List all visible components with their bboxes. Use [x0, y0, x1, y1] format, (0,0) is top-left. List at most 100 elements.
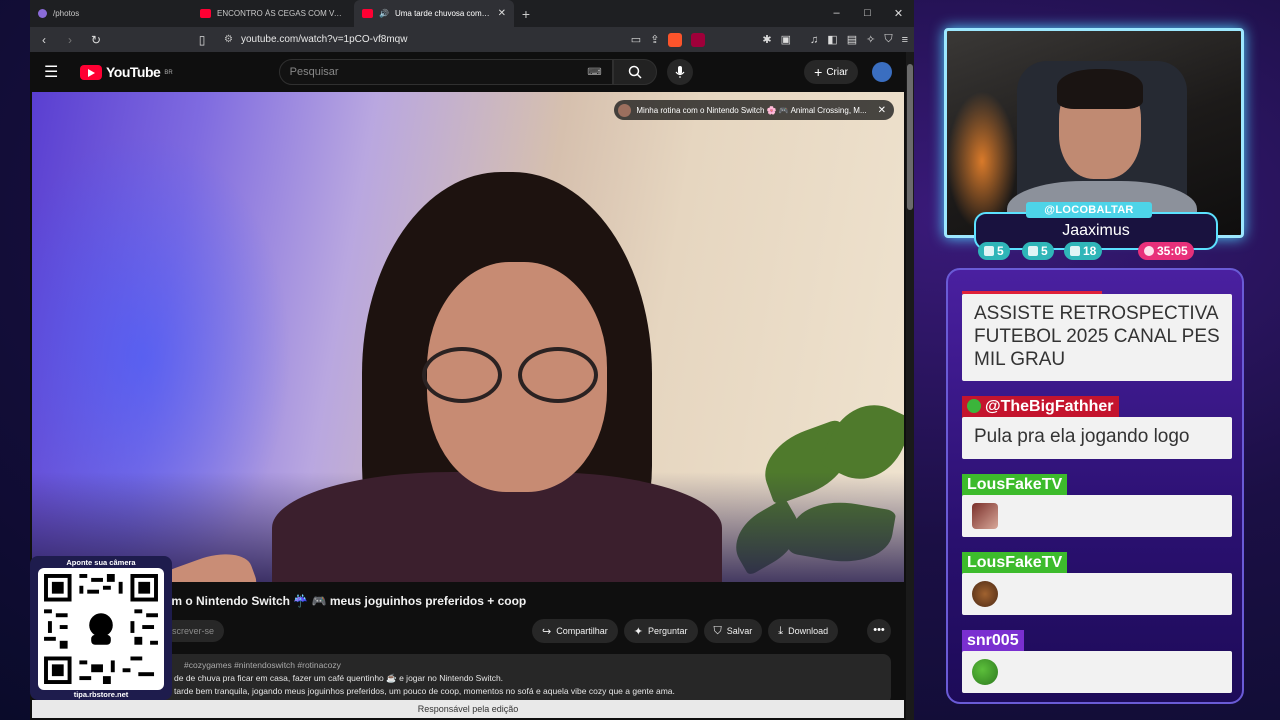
chat-username: LousFakeTV: [967, 554, 1063, 571]
new-tab-icon[interactable]: +: [514, 6, 538, 22]
bookmark-icon: ⛉: [713, 624, 722, 637]
page-scrollbar[interactable]: [906, 52, 914, 720]
screenshot-icon[interactable]: ▣: [781, 33, 791, 46]
minimize-button[interactable]: –: [821, 7, 852, 20]
chat-message-3: [962, 495, 1232, 537]
qr-title: Aponte sua câmera: [66, 558, 136, 567]
chat-username: snr005: [967, 632, 1019, 649]
download-label: Download: [788, 626, 829, 636]
kick-icon: [1070, 246, 1080, 256]
more-actions-icon[interactable]: •••: [867, 619, 891, 643]
share-button[interactable]: ↪ Compartilhar: [532, 619, 618, 643]
search-icon: [628, 65, 642, 79]
playlist-chip-label: Minha rotina com o Nintendo Switch 🌸 🎮 A…: [636, 105, 867, 115]
streamer-name: Jaaximus: [1062, 222, 1130, 239]
tab-active-video[interactable]: 🔊 Uma tarde chuvosa com o Nintendo ✕: [354, 0, 514, 27]
video-person-glasses: [422, 347, 612, 403]
search-placeholder: Pesquisar: [289, 66, 339, 78]
qr-code-graphic: [44, 574, 158, 684]
youtube-header: ☰ YouTube BR Pesquisar ⌨ + Criar: [30, 52, 906, 92]
chat-user-tag-2: @TheBigFathher: [962, 396, 1119, 418]
tab-label: Uma tarde chuvosa com o Nintendo: [394, 9, 492, 18]
account-avatar[interactable]: [872, 62, 892, 82]
face-emote-icon: [972, 581, 998, 607]
stat-kick: 18: [1064, 242, 1103, 260]
chip-close-icon[interactable]: ✕: [878, 105, 886, 116]
description-box[interactable]: #cozygames #nintendoswitch #rotinacozy d…: [126, 654, 891, 704]
chat-user-tag-3: LousFakeTV: [962, 474, 1068, 496]
download-icon: ⤓: [778, 624, 784, 637]
share-icon: ↪: [542, 625, 552, 638]
description-tags[interactable]: #cozygames #nintendoswitch #rotinacozy: [134, 659, 883, 672]
extensions-icon[interactable]: ✱: [762, 33, 771, 46]
stat-value: 5: [997, 244, 1004, 258]
extensions-area: ▭ ⇪ ✱ ▣ ♫ ◧ ▤ ✧ ⛉ ≡: [631, 32, 908, 47]
tab-label: /photos: [53, 9, 80, 18]
address-bar[interactable]: ⚙ youtube.com/watch?v=1pCO-vf8mqw: [220, 30, 621, 50]
brave-rewards-icon[interactable]: [691, 32, 706, 47]
tab-label: ENCONTRO ÀS CEGAS COM VALENTINA BA: [217, 9, 346, 18]
tab-close-icon[interactable]: ✕: [498, 8, 506, 19]
stat-value: 35:05: [1157, 244, 1188, 258]
share-label: Compartilhar: [556, 626, 608, 636]
menu-icon[interactable]: ≡: [902, 34, 908, 46]
face-emote-icon: [972, 503, 998, 529]
stat-value: 18: [1083, 244, 1097, 258]
stat-twitch: 5: [978, 242, 1010, 260]
save-button[interactable]: ⛉ Salvar: [703, 619, 763, 643]
chat-message-2: Pula pra ela jogando logo: [962, 417, 1232, 459]
chat-user-tag-5: snr005: [962, 630, 1024, 652]
whatsapp-icon: [967, 399, 981, 413]
plus-icon: +: [814, 64, 823, 80]
chat-username: LousFakeTV: [967, 476, 1063, 493]
streamer-handle: @LOCOBALTAR: [1026, 202, 1152, 218]
create-label: Criar: [826, 66, 848, 78]
create-button[interactable]: + Criar: [804, 60, 858, 84]
playlist-chip[interactable]: Minha rotina com o Nintendo Switch 🌸 🎮 A…: [614, 100, 894, 120]
share-page-icon[interactable]: ⇪: [650, 33, 659, 46]
speaker-icon[interactable]: 🔊: [379, 9, 389, 18]
chat-user-tag-4: LousFakeTV: [962, 552, 1068, 574]
leo-icon[interactable]: ✧: [866, 33, 875, 46]
voice-search-button[interactable]: [666, 59, 693, 85]
forward-icon[interactable]: ›: [62, 33, 78, 47]
keyboard-icon[interactable]: ⌨: [587, 67, 601, 78]
maximize-button[interactable]: □: [852, 7, 883, 20]
webcam-hair: [1057, 69, 1143, 109]
reload-icon[interactable]: ↻: [88, 33, 104, 47]
footer-bar: Responsável pela edição: [32, 700, 904, 718]
site-settings-icon[interactable]: ⚙: [224, 34, 233, 45]
chat-message-text: ASSISTE RETROSPECTIVA FUTEBOL 2025 CANAL…: [974, 303, 1220, 370]
wallet-icon[interactable]: ▤: [847, 33, 857, 46]
search-input[interactable]: Pesquisar ⌨: [278, 59, 613, 85]
ask-button[interactable]: ✦ Perguntar: [623, 619, 698, 643]
scrollbar-thumb[interactable]: [907, 64, 913, 210]
save-label: Salvar: [726, 626, 753, 636]
stat-value: 5: [1041, 244, 1048, 258]
hamburger-menu-icon[interactable]: ☰: [44, 62, 66, 82]
youtube-play-icon: [80, 64, 102, 80]
youtube-logo[interactable]: YouTube BR: [80, 64, 173, 80]
search-button[interactable]: [612, 59, 657, 85]
sidebar-icon[interactable]: ◧: [827, 33, 837, 46]
back-icon[interactable]: ‹: [36, 33, 52, 47]
download-button[interactable]: ⤓ Download: [768, 619, 839, 643]
chat-message-5: [962, 651, 1232, 693]
window-controls: – □ ✕: [821, 7, 914, 20]
channel-avatar: [618, 103, 632, 117]
bookmark-page-icon[interactable]: ▯: [194, 33, 210, 47]
vpn-icon[interactable]: ⛉: [884, 33, 892, 46]
close-window-button[interactable]: ✕: [883, 7, 914, 20]
tab-photos[interactable]: /photos: [30, 0, 192, 27]
brave-shield-icon[interactable]: [668, 32, 683, 47]
youtube-favicon-icon: [362, 9, 373, 18]
video-player[interactable]: Minha rotina com o Nintendo Switch 🌸 🎮 A…: [32, 92, 904, 582]
cast-icon[interactable]: ▭: [631, 33, 641, 46]
ask-label: Perguntar: [647, 626, 688, 636]
tab-encontro[interactable]: ENCONTRO ÀS CEGAS COM VALENTINA BA: [192, 0, 354, 27]
description-line-1: de de chuva pra ficar em casa, fazer um …: [174, 673, 504, 683]
music-icon[interactable]: ♫: [810, 34, 818, 46]
sparkle-icon: ✦: [633, 625, 643, 638]
stat-timer: 35:05: [1138, 242, 1194, 260]
search-area: Pesquisar ⌨: [278, 59, 693, 85]
